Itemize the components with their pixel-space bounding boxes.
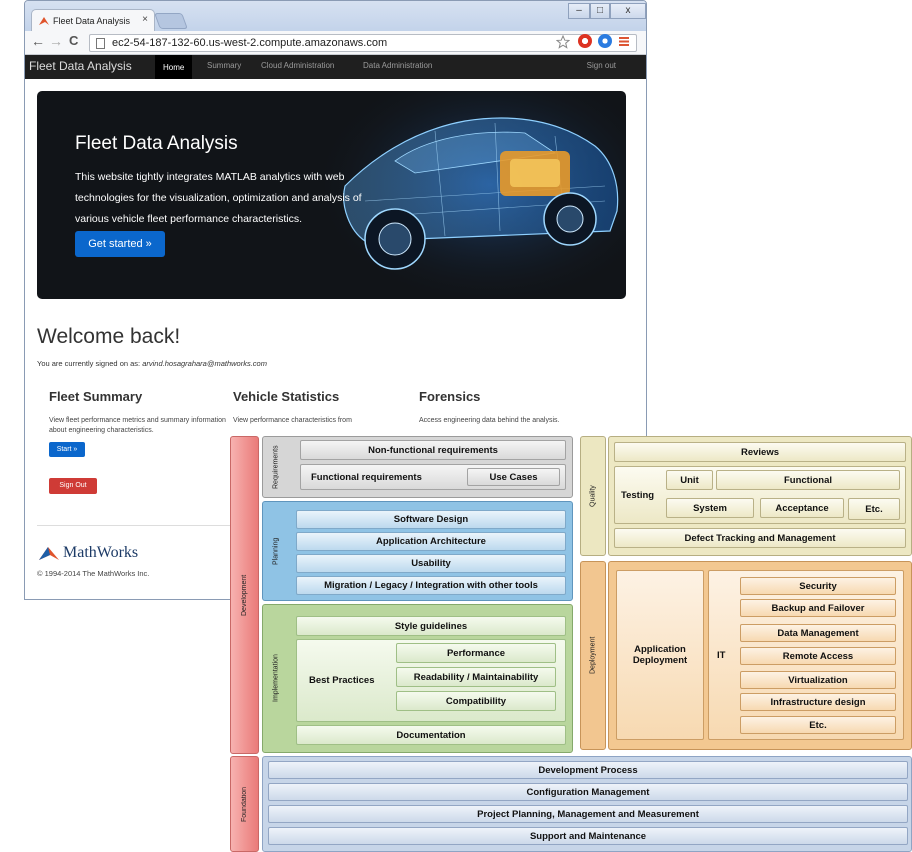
- welcome-heading: Welcome back!: [37, 325, 181, 348]
- tab-title: Fleet Data Analysis: [53, 15, 131, 26]
- signed-in-notice: You are currently signed on as: arvind.h…: [37, 359, 267, 368]
- documentation: Documentation: [296, 725, 566, 745]
- nav-sign-out[interactable]: Sign out: [587, 61, 616, 70]
- system-testing: System: [666, 498, 754, 518]
- vehicle-statistics-heading: Vehicle Statistics: [233, 389, 340, 404]
- requirements-label: Requirements: [272, 445, 280, 489]
- project-planning: Project Planning, Management and Measure…: [268, 805, 908, 823]
- functional-testing: Functional: [716, 470, 900, 490]
- quality-label: Quality: [589, 485, 597, 507]
- vehicle-statistics-text: View performance characteristics from: [233, 417, 352, 424]
- non-functional-requirements: Non-functional requirements: [300, 440, 566, 460]
- implementation-label: Implementation: [272, 654, 280, 703]
- deployment-etc: Etc.: [740, 716, 896, 734]
- extension-blue-icon[interactable]: [598, 34, 612, 48]
- data-management: Data Management: [740, 624, 896, 642]
- bookmark-star-icon[interactable]: [555, 34, 571, 49]
- unit-testing: Unit: [666, 470, 713, 490]
- mathworks-logo-text: MathWorks: [63, 544, 139, 561]
- development-process: Development Process: [268, 761, 908, 779]
- extension-opera-icon[interactable]: [578, 34, 592, 48]
- usability: Usability: [296, 554, 566, 573]
- address-bar[interactable]: ec2-54-187-132-60.us-west-2.compute.amaz…: [89, 34, 637, 52]
- start-button[interactable]: Start »: [49, 442, 85, 457]
- testing-label: Testing: [621, 489, 655, 501]
- application-deployment: Application Deployment: [616, 570, 704, 740]
- forward-icon[interactable]: →: [49, 33, 63, 49]
- maximize-button[interactable]: □: [590, 3, 610, 19]
- development-label: Development: [241, 574, 248, 616]
- compatibility: Compatibility: [396, 691, 556, 711]
- testing-etc: Etc.: [848, 498, 900, 520]
- minimize-button[interactable]: –: [568, 3, 590, 19]
- configuration-management: Configuration Management: [268, 783, 908, 801]
- title-bar: Fleet Data Analysis × – □ x: [25, 1, 646, 31]
- tab-close-icon[interactable]: ×: [142, 14, 148, 25]
- deployment-label: Deployment: [589, 636, 597, 675]
- forensics-text: Access engineering data behind the analy…: [419, 417, 560, 424]
- planning-label: Planning: [272, 537, 280, 565]
- functional-requirements-label: Functional requirements: [311, 471, 422, 483]
- hero-title: Fleet Data Analysis: [75, 133, 238, 154]
- signed-in-user: arvind.hosagrahara@mathworks.com: [142, 359, 267, 368]
- support-and-maintenance: Support and Maintenance: [268, 827, 908, 845]
- performance: Performance: [396, 643, 556, 663]
- style-guidelines: Style guidelines: [296, 616, 566, 636]
- security: Security: [740, 577, 896, 595]
- close-window-button[interactable]: x: [610, 3, 646, 19]
- hero-jumbotron: Fleet Data Analysis This website tightly…: [37, 91, 626, 299]
- browser-tab[interactable]: Fleet Data Analysis ×: [31, 9, 155, 31]
- use-cases: Use Cases: [467, 468, 560, 486]
- nav-cloud-administration[interactable]: Cloud Administration: [261, 61, 334, 70]
- fleet-summary-text: View fleet performance metrics and summa…: [49, 417, 226, 434]
- browser-toolbar: ← → C ec2-54-187-132-60.us-west-2.comput…: [25, 31, 646, 55]
- url-text: ec2-54-187-132-60.us-west-2.compute.amaz…: [112, 37, 388, 49]
- site-navbar: Fleet Data Analysis Home Summary Cloud A…: [25, 55, 646, 79]
- page-icon: [96, 38, 105, 49]
- menu-icon[interactable]: [619, 34, 629, 48]
- foundation-label: Foundation: [241, 786, 248, 822]
- nav-data-administration[interactable]: Data Administration: [363, 61, 432, 70]
- virtualization: Virtualization: [740, 671, 896, 689]
- navbar-brand[interactable]: Fleet Data Analysis: [29, 59, 132, 73]
- mathworks-favicon-icon: [39, 16, 49, 26]
- readability-maintainability: Readability / Maintainability: [396, 667, 556, 687]
- mathworks-logo: MathWorks: [39, 544, 138, 562]
- footer-divider: [37, 525, 237, 526]
- signed-in-prefix: You are currently signed on as:: [37, 359, 143, 368]
- migration-legacy-integration: Migration / Legacy / Integration with ot…: [296, 576, 566, 595]
- get-started-button[interactable]: Get started »: [75, 231, 165, 257]
- hero-description: This website tightly integrates MATLAB a…: [75, 171, 362, 225]
- development-lifecycle-diagram: Development Foundation Requirements Non-…: [230, 436, 912, 852]
- sign-out-button[interactable]: Sign Out: [49, 478, 97, 494]
- backup-and-failover: Backup and Failover: [740, 599, 896, 617]
- reload-icon[interactable]: C: [69, 33, 78, 48]
- new-tab-button[interactable]: [154, 13, 188, 29]
- defect-tracking: Defect Tracking and Management: [614, 528, 906, 548]
- software-design: Software Design: [296, 510, 566, 529]
- infrastructure-design: Infrastructure design: [740, 693, 896, 711]
- nav-summary[interactable]: Summary: [207, 61, 241, 70]
- it-label: IT: [717, 649, 726, 661]
- copyright-text: © 1994-2014 The MathWorks Inc.: [37, 569, 150, 578]
- back-icon[interactable]: ←: [31, 33, 45, 49]
- fleet-summary-heading: Fleet Summary: [49, 389, 143, 404]
- acceptance-testing: Acceptance: [760, 498, 844, 518]
- forensics-heading: Forensics: [419, 389, 481, 404]
- remote-access: Remote Access: [740, 647, 896, 665]
- best-practices-label: Best Practices: [309, 675, 375, 686]
- nav-home[interactable]: Home: [155, 55, 193, 79]
- mathworks-membrane-icon: [39, 547, 59, 560]
- application-architecture: Application Architecture: [296, 532, 566, 551]
- reviews: Reviews: [614, 442, 906, 462]
